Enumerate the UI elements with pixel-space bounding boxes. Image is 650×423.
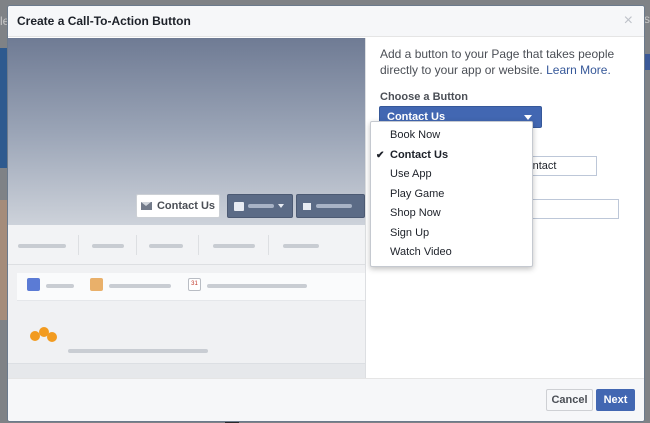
cta-dialog: Create a Call-To-Action Button × Contact… <box>7 5 645 422</box>
check-icon: ✔ <box>376 149 385 161</box>
next-button[interactable]: Next <box>596 389 635 411</box>
dropdown-option-sign-up[interactable]: Sign Up <box>371 224 532 244</box>
dropdown-option-use-app[interactable]: Use App <box>371 165 532 185</box>
preview-cta-label: Contact Us <box>156 200 216 212</box>
thumbs-up-icon <box>234 201 244 211</box>
option-label: Book Now <box>390 129 441 141</box>
placeholder-bar <box>207 284 307 288</box>
option-label: Use App <box>390 168 432 180</box>
dropdown-option-play-game[interactable]: Play Game <box>371 185 532 205</box>
option-label: Contact Us <box>390 148 449 161</box>
placeholder-bar <box>283 244 319 248</box>
divider <box>78 235 79 255</box>
page-preview: Contact Us 31 <box>8 38 365 379</box>
placeholder-bar <box>46 284 74 288</box>
close-icon[interactable]: × <box>624 12 633 30</box>
choose-button-label: Choose a Button <box>380 91 468 103</box>
preview-footer-band <box>8 363 365 379</box>
chevron-down-icon <box>524 115 532 120</box>
placeholder-bar <box>213 244 255 248</box>
preview-cta-button: Contact Us <box>136 194 220 218</box>
preview-like-button <box>227 194 293 218</box>
post-thumbnail <box>28 322 60 346</box>
divider <box>198 235 199 255</box>
divider <box>268 235 269 255</box>
placeholder-bar <box>316 204 352 208</box>
placeholder-bar <box>248 204 274 208</box>
option-label: Play Game <box>390 187 445 200</box>
preview-message-button <box>296 194 365 218</box>
chevron-down-icon <box>278 204 284 208</box>
pencil-icon <box>27 278 40 291</box>
intro-text: Add a button to your Page that takes peo… <box>380 46 620 78</box>
dropdown-option-shop-now[interactable]: Shop Now <box>371 204 532 224</box>
placeholder-bar <box>92 244 124 248</box>
dropdown-option-book-now[interactable]: Book Now <box>371 126 532 146</box>
dialog-title: Create a Call-To-Action Button <box>17 14 191 28</box>
dropdown-option-contact-us[interactable]: ✔ Contact Us <box>371 146 532 166</box>
placeholder-bar <box>109 284 171 288</box>
learn-more-link[interactable]: Learn More. <box>546 63 611 77</box>
button-type-dropdown: Book Now ✔ Contact Us Use App Play Game … <box>370 121 533 267</box>
preview-nav <box>8 225 365 265</box>
option-label: Shop Now <box>390 207 441 219</box>
dialog-header: Create a Call-To-Action Button × <box>8 6 644 37</box>
envelope-icon <box>140 202 152 210</box>
cancel-button[interactable]: Cancel <box>546 389 593 411</box>
placeholder-bar <box>68 349 208 353</box>
option-label: Watch Video <box>390 246 452 258</box>
option-label: Sign Up <box>390 226 430 239</box>
preview-composer: 31 <box>8 265 365 375</box>
message-icon <box>303 202 311 210</box>
photo-icon <box>90 278 103 291</box>
dropdown-option-watch-video[interactable]: Watch Video <box>371 243 532 263</box>
placeholder-bar <box>149 244 183 248</box>
dialog-body: Contact Us 31 Add a button to your Page … <box>8 38 644 379</box>
calendar-icon: 31 <box>188 278 201 291</box>
divider <box>136 235 137 255</box>
dialog-footer: Cancel Next <box>8 378 644 421</box>
placeholder-bar <box>18 244 66 248</box>
